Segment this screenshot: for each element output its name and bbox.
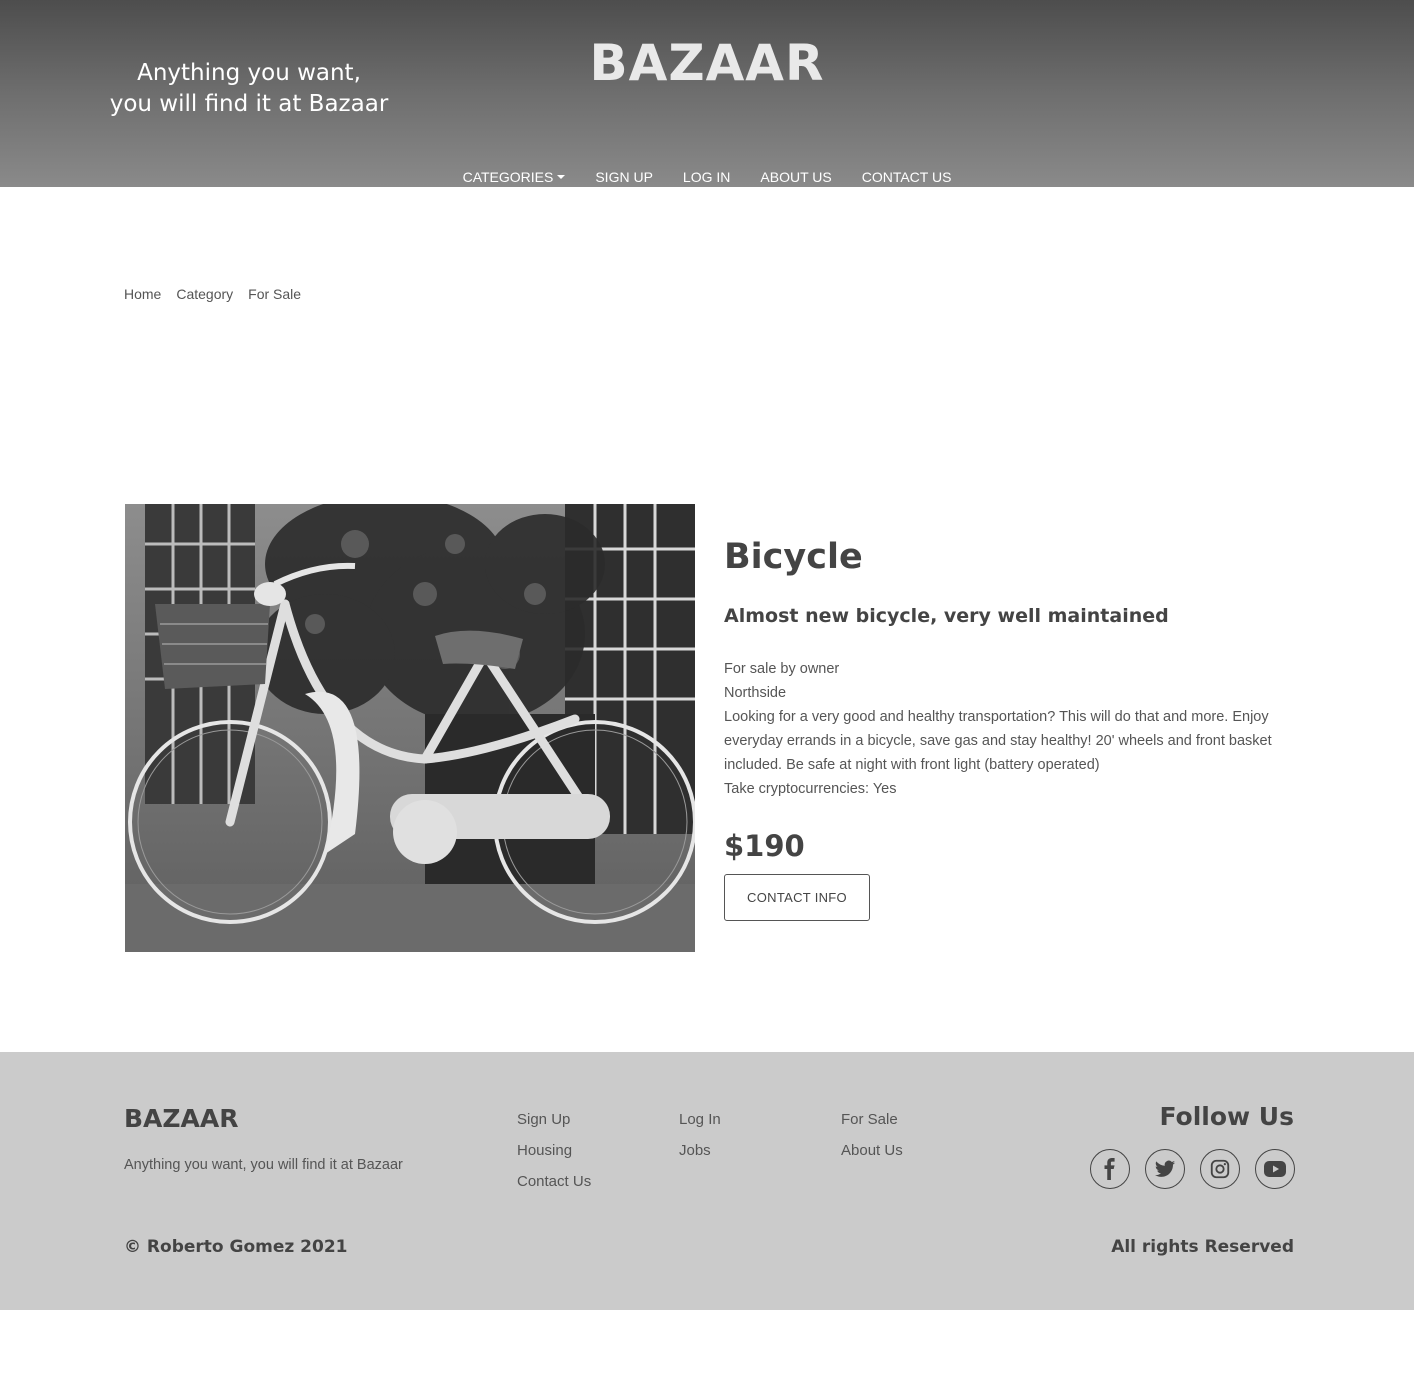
product-subtitle: Almost new bicycle, very well maintained: [724, 605, 1169, 627]
product-price: $190: [724, 829, 805, 863]
tagline-line-2: you will find it at Bazaar: [109, 91, 389, 117]
contact-info-button[interactable]: CONTACT INFO: [724, 874, 870, 921]
instagram-icon[interactable]: [1200, 1149, 1240, 1189]
facebook-icon[interactable]: [1090, 1149, 1130, 1189]
footer-link-contact[interactable]: Contact Us: [517, 1166, 591, 1197]
footer-links-col-1: Sign Up Housing Contact Us: [517, 1104, 591, 1197]
nav-login[interactable]: LOG IN: [683, 169, 730, 185]
nav-categories-label: CATEGORIES: [462, 169, 554, 185]
breadcrumb-for-sale[interactable]: For Sale: [248, 286, 301, 302]
bicycle-photo-icon: [125, 504, 695, 952]
nav-categories[interactable]: CATEGORIES: [463, 169, 566, 185]
caret-down-icon: [557, 175, 566, 179]
seller-type: For sale by owner: [724, 661, 840, 677]
site-header: Anything you want, you will find it at B…: [0, 0, 1414, 187]
footer-link-housing[interactable]: Housing: [517, 1135, 591, 1166]
social-links: [1090, 1149, 1295, 1189]
product-image: [125, 504, 695, 952]
nav-contact[interactable]: CONTACT US: [862, 169, 952, 185]
breadcrumb-home[interactable]: Home: [124, 286, 161, 302]
nav-about[interactable]: ABOUT US: [760, 169, 831, 185]
crypto-accepted: Take cryptocurrencies: Yes: [724, 781, 897, 797]
main-nav: CATEGORIES SIGN UP LOG IN ABOUT US CONTA…: [0, 169, 1414, 185]
footer-links-col-3: For Sale About Us: [841, 1104, 903, 1166]
footer-brand: BAZAAR: [124, 1104, 239, 1133]
footer-tagline: Anything you want, you will find it at B…: [124, 1157, 403, 1173]
location: Northside: [724, 685, 787, 701]
footer-link-login[interactable]: Log In: [679, 1104, 721, 1135]
copyright: © Roberto Gomez 2021: [124, 1237, 348, 1257]
breadcrumb-category[interactable]: Category: [176, 286, 233, 302]
footer-link-signup[interactable]: Sign Up: [517, 1104, 591, 1135]
site-footer: BAZAAR Anything you want, you will find …: [0, 1052, 1414, 1310]
description: Looking for a very good and healthy tran…: [724, 709, 1272, 773]
twitter-icon[interactable]: [1145, 1149, 1185, 1189]
follow-us-heading: Follow Us: [1159, 1102, 1294, 1131]
breadcrumb: Home Category For Sale: [124, 286, 301, 302]
footer-links-col-2: Log In Jobs: [679, 1104, 721, 1166]
product-meta: For sale by owner Northside Looking for …: [724, 657, 1304, 801]
youtube-icon[interactable]: [1255, 1149, 1295, 1189]
product-title: Bicycle: [724, 537, 863, 577]
product-details: Bicycle Almost new bicycle, very well ma…: [724, 535, 1304, 921]
footer-link-jobs[interactable]: Jobs: [679, 1135, 721, 1166]
rights-reserved: All rights Reserved: [1111, 1237, 1294, 1257]
site-logo[interactable]: BAZAAR: [0, 34, 1414, 92]
footer-link-about[interactable]: About Us: [841, 1135, 903, 1166]
nav-signup[interactable]: SIGN UP: [595, 169, 653, 185]
footer-link-for-sale[interactable]: For Sale: [841, 1104, 903, 1135]
